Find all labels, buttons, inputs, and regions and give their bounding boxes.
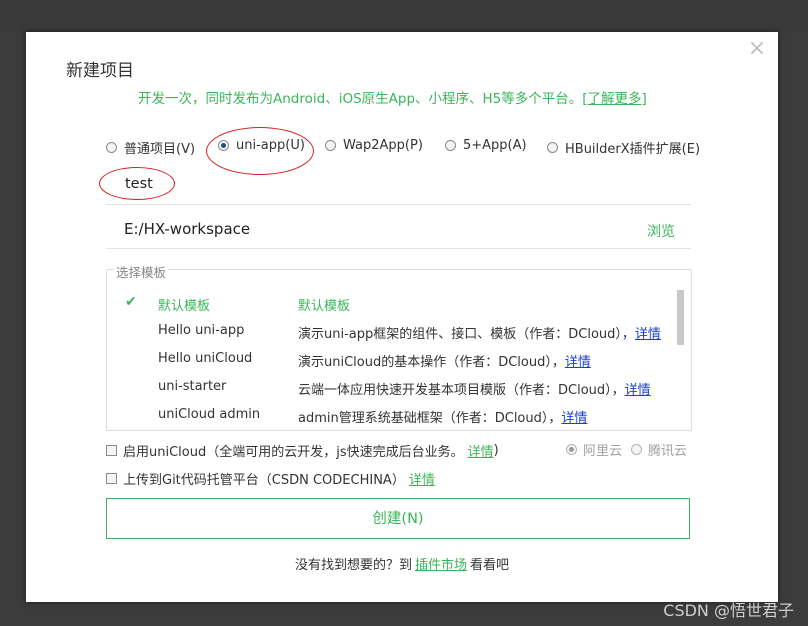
unicloud-checkbox-row[interactable]: 启用uniCloud（全端可用的云开发，js快速完成后台业务。 详情) xyxy=(106,440,499,460)
new-project-dialog: × 新建项目 开发一次，同时发布为Android、iOS原生App、小程序、H5… xyxy=(26,32,778,602)
watermark: CSDN @悟世君子 xyxy=(663,601,794,620)
template-detail-link[interactable]: 详情 xyxy=(561,411,587,426)
radio-hbuilderx-plugin[interactable]: HBuilderX插件扩展(E) xyxy=(547,138,700,157)
template-desc-text: admin管理系统基础框架（作者：DCloud）， xyxy=(298,411,562,426)
cloud-provider-group: 阿里云 腾讯云 xyxy=(566,440,696,459)
plugin-market-link[interactable]: 插件市场 xyxy=(415,558,467,573)
template-row-hello-uni-app[interactable]: Hello uni-app 演示uni-app框架的组件、接口、模板（作者：DC… xyxy=(107,322,667,342)
checkbox-icon[interactable] xyxy=(106,444,117,456)
radio-label: 5+App(A) xyxy=(463,138,527,153)
project-name-field[interactable]: test xyxy=(106,168,691,205)
template-scrollbar[interactable] xyxy=(677,290,684,345)
project-path-value: E:/HX-workspace xyxy=(124,220,251,238)
radio-icon xyxy=(325,140,336,151)
radio-aliyun[interactable]: 阿里云 xyxy=(566,440,622,459)
radio-wap2app[interactable]: Wap2App(P) xyxy=(325,138,423,153)
template-desc: 演示uniCloud的基本操作（作者：DCloud），详情 xyxy=(298,351,591,370)
template-row-uni-starter[interactable]: uni-starter 云端一体应用快速开发基本项目模版（作者：DCloud），… xyxy=(107,378,667,398)
git-checkbox-row[interactable]: 上传到Git代码托管平台（CSDN CODECHINA） 详情 xyxy=(106,468,435,488)
radio-icon xyxy=(547,142,558,153)
template-name: Hello uni-app xyxy=(158,323,245,338)
template-detail-link[interactable]: 详情 xyxy=(565,355,591,370)
template-desc: 演示uni-app框架的组件、接口、模板（作者：DCloud），详情 xyxy=(298,323,661,342)
provider-label: 腾讯云 xyxy=(648,444,688,459)
unicloud-label-suffix: ) xyxy=(493,442,499,458)
unicloud-label: 启用uniCloud（全端可用的云开发，js快速完成后台业务。 xyxy=(123,444,464,460)
subtitle-text: 开发一次，同时发布为Android、iOS原生App、小程序、H5等多个平台。 xyxy=(138,91,583,107)
template-detail-link[interactable]: 详情 xyxy=(625,383,651,398)
git-detail-link[interactable]: 详情 xyxy=(409,469,435,488)
radio-tencent-cloud[interactable]: 腾讯云 xyxy=(631,440,687,459)
checkbox-icon[interactable] xyxy=(106,472,117,484)
dialog-title: 新建项目 xyxy=(66,61,134,81)
project-path-field[interactable]: E:/HX-workspace 浏览 xyxy=(106,213,691,249)
template-desc: 云端一体应用快速开发基本项目模版（作者：DCloud），详情 xyxy=(298,379,651,398)
footer-suffix: 看看吧 xyxy=(470,558,510,573)
radio-icon xyxy=(106,142,117,153)
annotation-circle xyxy=(99,167,175,200)
template-name: 默认模板 xyxy=(158,299,211,314)
template-name: Hello uniCloud xyxy=(158,351,253,366)
template-legend: 选择模板 xyxy=(114,262,169,281)
template-name: uniCloud admin xyxy=(158,407,261,422)
template-row-hello-unicloud[interactable]: Hello uniCloud 演示uniCloud的基本操作（作者：DCloud… xyxy=(107,350,667,370)
radio-icon xyxy=(445,140,456,151)
template-detail-link[interactable]: 详情 xyxy=(635,327,661,342)
dialog-subtitle: 开发一次，同时发布为Android、iOS原生App、小程序、H5等多个平台。[… xyxy=(138,87,647,107)
window-backdrop xyxy=(0,0,808,32)
template-row-unicloud-admin[interactable]: uniCloud admin admin管理系统基础框架（作者：DCloud），… xyxy=(107,406,667,426)
browse-button[interactable]: 浏览 xyxy=(647,221,675,241)
radio-label: 普通项目(V) xyxy=(124,142,196,157)
template-name: uni-starter xyxy=(158,379,227,394)
footer-hint: 没有找到想要的？到 插件市场 看看吧 xyxy=(26,554,778,573)
provider-label: 阿里云 xyxy=(583,444,623,459)
template-desc: admin管理系统基础框架（作者：DCloud），详情 xyxy=(298,407,587,426)
git-label: 上传到Git代码托管平台（CSDN CODECHINA） xyxy=(123,472,405,488)
radio-selected-icon xyxy=(566,444,577,455)
unicloud-detail-link[interactable]: 详情 xyxy=(468,441,494,460)
radio-icon xyxy=(631,444,643,455)
learn-more-link[interactable]: [了解更多] xyxy=(582,91,647,107)
template-desc-text: 演示uniCloud的基本操作（作者：DCloud）， xyxy=(298,355,565,370)
footer-prefix: 没有找到想要的？到 xyxy=(294,558,412,573)
radio-label: HBuilderX插件扩展(E) xyxy=(565,142,701,157)
template-desc-text: 云端一体应用快速开发基本项目模版（作者：DCloud）， xyxy=(298,383,625,398)
template-desc: 默认模板 xyxy=(298,299,351,314)
check-icon: ✔ xyxy=(125,294,137,310)
close-icon[interactable]: × xyxy=(746,38,768,60)
radio-label: Wap2App(P) xyxy=(343,138,423,153)
radio-normal-project[interactable]: 普通项目(V) xyxy=(106,138,195,157)
radio-5plus-app[interactable]: 5+App(A) xyxy=(445,138,527,153)
template-desc-text: 演示uni-app框架的组件、接口、模板（作者：DCloud）， xyxy=(298,327,635,342)
template-row-default[interactable]: ✔ 默认模板 默认模板 xyxy=(107,294,667,314)
template-list: 选择模板 ✔ 默认模板 默认模板 Hello uni-app 演示uni-app… xyxy=(106,262,692,431)
create-button[interactable]: 创建(N) xyxy=(106,498,690,539)
